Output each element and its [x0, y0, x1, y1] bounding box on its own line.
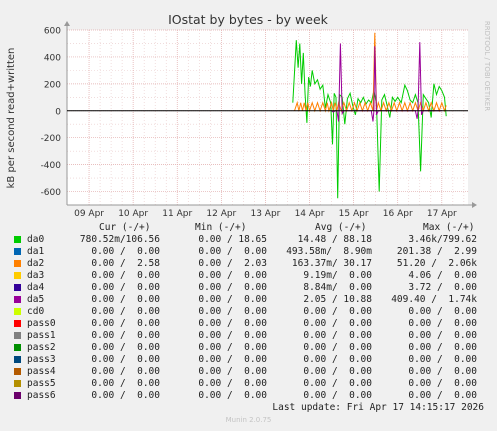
x-tick-label: 15 Apr	[339, 209, 369, 219]
y-tick-label: 200	[44, 80, 61, 90]
chart-canvas: 600 400 200 0 -200 -400 -600 09 Apr 10 Apr 11 Apr…	[6, 12, 491, 219]
x-tick-label: 11 Apr	[162, 209, 192, 219]
x-tick-label: 17 Apr	[427, 209, 457, 219]
y-tick-label: 400	[44, 53, 61, 63]
chart-title: IOstat by bytes - by week	[168, 12, 329, 27]
x-axis-arrow	[472, 202, 477, 208]
x-tick-label: 14 Apr	[295, 209, 325, 219]
y-axis-label: kB per second read+written	[6, 48, 17, 189]
x-tick-label: 16 Apr	[383, 209, 413, 219]
grid	[67, 29, 468, 206]
x-tick-label: 12 Apr	[206, 209, 236, 219]
y-tick-label: 600	[44, 27, 61, 37]
x-tick-label: 13 Apr	[250, 209, 280, 219]
y-tick-label: -400	[41, 161, 62, 171]
x-tick-label: 09 Apr	[74, 209, 104, 219]
y-axis-arrow	[64, 21, 70, 26]
y-tick-label: 0	[55, 107, 61, 117]
y-tick-label: -200	[41, 134, 62, 144]
rrdtool-credit: RRDTOOL / TOBI OETIKER	[483, 21, 491, 111]
x-tick-label: 10 Apr	[118, 209, 148, 219]
y-tick-label: -600	[41, 188, 62, 198]
plot-area	[67, 30, 468, 205]
